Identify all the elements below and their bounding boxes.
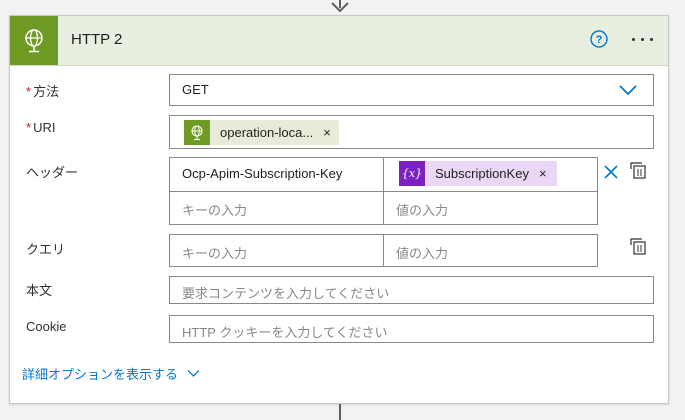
arrow-down-icon: [331, 2, 349, 13]
method-label: * 方法: [26, 81, 59, 100]
query-key-placeholder: キーの入力: [182, 246, 248, 261]
query-value-placeholder: 値の入力: [396, 246, 449, 261]
uri-label-text: URI: [33, 120, 56, 135]
more-dots-icon[interactable]: [632, 38, 656, 42]
queries-grid: キーの入力 値の入力: [169, 234, 598, 267]
headers-grid: Ocp-Apim-Subscription-Key {x} Subscripti…: [169, 157, 598, 225]
switch-to-text-mode-icon[interactable]: [630, 162, 648, 180]
uri-token[interactable]: operation-loca... ×: [184, 120, 339, 145]
remove-token-icon[interactable]: ×: [539, 166, 547, 181]
chevron-down-icon: [187, 370, 200, 377]
cookie-label: Cookie: [26, 319, 67, 334]
query-value-input[interactable]: 値の入力: [384, 235, 597, 266]
method-label-text: 方法: [33, 84, 60, 99]
advanced-options-label: 詳細オプションを表示する: [22, 367, 179, 382]
uri-label: * URI: [26, 120, 55, 135]
method-value: GET: [182, 82, 209, 97]
http-action-card: HTTP 2 ? * 方法 GET * URI operation-loca..…: [9, 15, 669, 404]
header-key-input[interactable]: Ocp-Apim-Subscription-Key: [170, 158, 383, 191]
help-circle-icon[interactable]: ?: [590, 30, 608, 48]
show-advanced-options-link[interactable]: 詳細オプションを表示する: [22, 364, 200, 383]
uri-token-label: operation-loca...: [220, 125, 314, 140]
header-key-value: Ocp-Apim-Subscription-Key: [182, 166, 343, 181]
body-label: 本文: [26, 283, 53, 298]
header-key-placeholder: キーの入力: [182, 203, 248, 218]
method-select[interactable]: GET: [169, 74, 654, 106]
required-mark: *: [26, 120, 32, 135]
body-input[interactable]: 要求コンテンツを入力してください: [169, 276, 654, 304]
header-key-input-empty[interactable]: キーの入力: [170, 192, 383, 224]
header-value-input[interactable]: {x} SubscriptionKey ×: [384, 158, 597, 191]
body-placeholder: 要求コンテンツを入力してください: [182, 286, 390, 301]
query-key-input[interactable]: キーの入力: [170, 235, 383, 266]
queries-label: クエリ: [26, 242, 66, 257]
chevron-down-icon[interactable]: [619, 84, 637, 96]
svg-text:?: ?: [596, 34, 603, 46]
close-icon[interactable]: [603, 164, 619, 180]
headers-label: ヘッダー: [26, 165, 79, 180]
variable-icon: {x}: [399, 161, 425, 186]
subscription-key-label: SubscriptionKey: [435, 166, 529, 181]
globe-icon: [10, 16, 58, 65]
subscription-key-token[interactable]: {x} SubscriptionKey ×: [399, 161, 557, 186]
required-mark: *: [26, 84, 32, 99]
card-header[interactable]: HTTP 2 ?: [10, 16, 668, 66]
remove-token-icon[interactable]: ×: [323, 125, 331, 140]
cookie-input[interactable]: HTTP クッキーを入力してください: [169, 315, 654, 343]
header-value-input-empty[interactable]: 値の入力: [384, 192, 597, 224]
switch-to-text-mode-icon[interactable]: [630, 238, 648, 256]
cookie-placeholder: HTTP クッキーを入力してください: [182, 325, 388, 340]
flow-connector-bottom: [339, 404, 341, 420]
header-value-placeholder: 値の入力: [396, 203, 449, 218]
uri-input[interactable]: operation-loca... ×: [169, 115, 654, 149]
globe-icon: [184, 120, 210, 145]
card-title: HTTP 2: [71, 31, 123, 48]
